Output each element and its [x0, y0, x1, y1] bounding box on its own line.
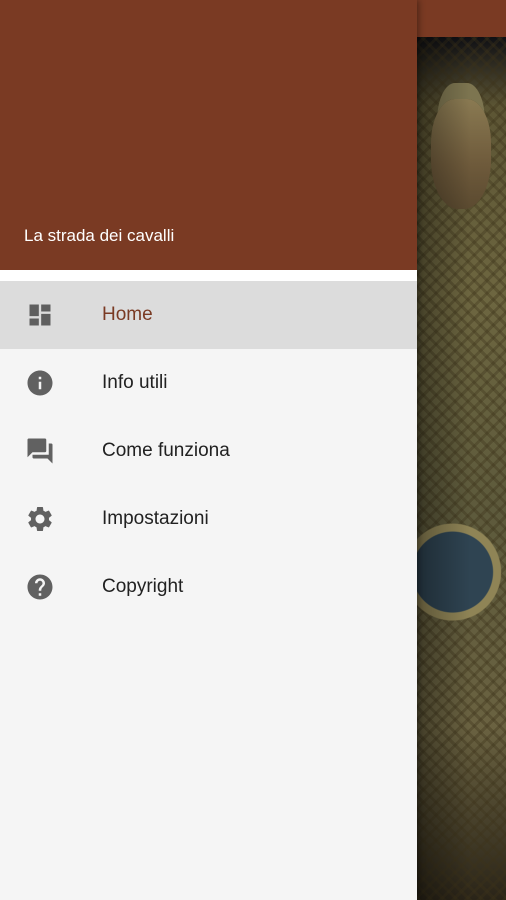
menu-item-label: Impostazioni	[102, 508, 209, 529]
menu-item-label: Come funziona	[102, 440, 230, 461]
menu-item-label: Copyright	[102, 576, 184, 597]
menu-item-home[interactable]: Home	[0, 281, 417, 349]
navigation-drawer: La strada dei cavalli Home Info utili Co…	[0, 0, 417, 900]
icon-artwork-image[interactable]	[417, 37, 506, 900]
menu-item-copyright[interactable]: Copyright	[0, 553, 417, 621]
menu-item-impostazioni[interactable]: Impostazioni	[0, 485, 417, 553]
drawer-menu: Home Info utili Come funziona Impostazio…	[0, 281, 417, 621]
settings-gear-icon	[24, 503, 56, 535]
info-icon	[24, 367, 56, 399]
menu-item-label: Home	[102, 304, 153, 325]
menu-item-label: Info utili	[102, 372, 168, 393]
drawer-header: La strada dei cavalli	[0, 0, 417, 270]
help-icon	[24, 571, 56, 603]
menu-item-info-utili[interactable]: Info utili	[0, 349, 417, 417]
drawer-divider-space	[0, 270, 417, 281]
drawer-shadow	[417, 37, 506, 900]
drawer-title: La strada dei cavalli	[24, 226, 175, 245]
menu-item-come-funziona[interactable]: Come funziona	[0, 417, 417, 485]
forum-icon	[24, 435, 56, 467]
dashboard-icon	[24, 299, 56, 331]
